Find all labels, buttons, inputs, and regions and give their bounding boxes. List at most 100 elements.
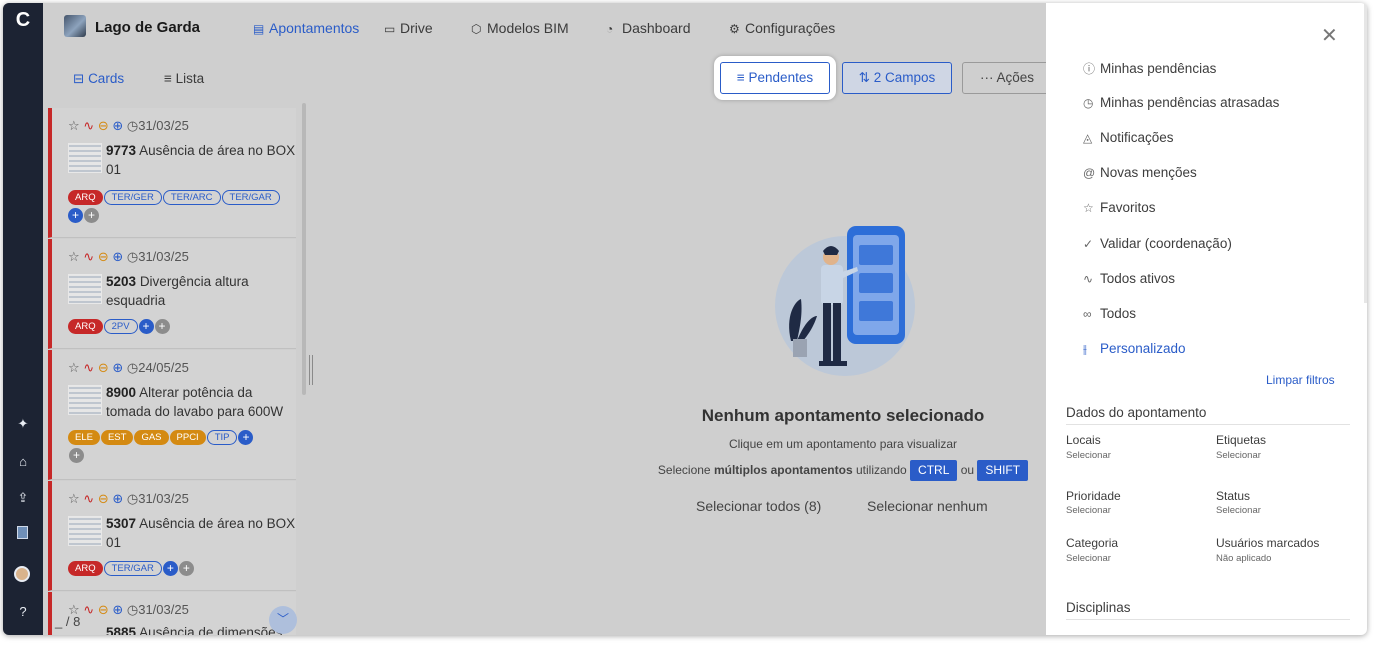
tab-configuracoes[interactable]: ⚙ Configurações — [729, 20, 835, 36]
field-label: Usuários marcados — [1216, 536, 1320, 550]
card-icons: ☆ ∿ ⊖ ⊕ ◷31/03/25 — [68, 602, 189, 617]
bell-icon: ◬ — [1083, 131, 1093, 145]
add-tag-button[interactable]: + — [68, 208, 83, 223]
tag: TER/GAR — [221, 190, 280, 205]
section-issue-data: Dados do apontamento — [1066, 405, 1350, 425]
globe-icon: ⊕ — [112, 491, 124, 506]
app-logo-icon[interactable]: C — [12, 9, 34, 31]
help-icon[interactable]: ? — [11, 601, 35, 623]
multi-select-hint: Selecione múltiplos apontamentos utiliza… — [593, 460, 1093, 481]
section-disciplines: Disciplinas — [1066, 600, 1350, 620]
add-tag-button[interactable]: + — [138, 319, 154, 334]
tab-apontamentos[interactable]: ▤ Apontamentos — [253, 20, 359, 36]
issue-card[interactable]: ☆ ∿ ⊖ ⊕ ◷31/03/25 5203 Divergência altur… — [48, 239, 296, 349]
avatar[interactable] — [14, 566, 30, 582]
card-title: 9773 Ausência de área no BOX 01 — [106, 143, 296, 177]
tag: TER/GAR — [103, 561, 162, 576]
card-thumbnail — [68, 274, 102, 304]
tagged-users-select[interactable]: Não aplicado — [1216, 553, 1271, 564]
prioridade-select[interactable]: Selecionar — [1066, 505, 1111, 516]
star-icon[interactable]: ☆ — [68, 249, 80, 264]
pending-filter-button[interactable]: ≡ Pendentes — [720, 62, 830, 94]
categoria-select[interactable]: Selecionar — [1066, 553, 1111, 564]
card-title: 5307 Ausência de área no BOX 01 — [106, 516, 296, 550]
tag: GAS — [134, 430, 169, 445]
filter-all-active[interactable]: ∿ Todos ativos — [1083, 271, 1175, 286]
tag: EST — [100, 430, 134, 445]
select-all-link[interactable]: Selecionar todos (8) — [696, 498, 821, 514]
pager: _ / 8 — [55, 614, 81, 629]
close-icon[interactable]: ✕ — [1321, 23, 1338, 48]
panel-scrollbar[interactable] — [1364, 3, 1367, 303]
status-select[interactable]: Selecionar — [1216, 505, 1261, 516]
list-scrollbar[interactable] — [302, 103, 306, 395]
more-tags-button[interactable]: + — [69, 448, 84, 463]
star-icon[interactable]: ☆ — [68, 360, 80, 375]
actions-button[interactable]: ··· Ações — [962, 62, 1052, 94]
home-icon[interactable]: ⌂ — [11, 451, 35, 473]
shift-key: SHIFT — [977, 460, 1029, 481]
star-icon[interactable]: ☆ — [68, 491, 80, 506]
cube-icon: ⬡ — [471, 22, 482, 36]
filter-my-overdue[interactable]: ◷ Minhas pendências atrasadas — [1083, 95, 1279, 110]
filter-my-pending[interactable]: ⓘ Minhas pendências — [1083, 60, 1216, 77]
upload-icon[interactable]: ⇪ — [11, 487, 35, 509]
project-name[interactable]: Lago de Garda — [95, 19, 200, 36]
add-tag-button[interactable]: + — [238, 430, 254, 445]
issue-card[interactable]: ☆ ∿ ⊖ ⊕ ◷31/03/25 5885 Ausência de dimen… — [48, 592, 296, 635]
card-tags: ARQ 2PV + + — [68, 319, 292, 337]
issue-card[interactable]: ☆ ∿ ⊖ ⊕ ◷31/03/25 9773 Ausência de área … — [48, 108, 296, 238]
fields-button[interactable]: ⇅ 2 Campos — [842, 62, 952, 94]
tag: TER/ARC — [162, 190, 221, 205]
star-icon[interactable]: ☆ — [68, 118, 80, 133]
gear-icon: ⚙ — [729, 22, 740, 36]
tag: ARQ — [68, 190, 103, 205]
globe-icon: ⊕ — [112, 360, 124, 375]
filter-notifications[interactable]: ◬ Notificações — [1083, 130, 1174, 145]
clear-filters-link[interactable]: Limpar filtros — [1266, 373, 1335, 387]
tag: ARQ — [68, 561, 103, 576]
filter-custom[interactable]: ⫲ Personalizado — [1083, 341, 1186, 357]
view-toolbar: ⊟ Cards ≡ Lista ≡ Pendentes ⇅ 2 Campos ·… — [43, 53, 1052, 103]
more-tags-button[interactable]: + — [178, 561, 194, 576]
view-cards-button[interactable]: ⊟ Cards — [73, 71, 124, 87]
filter-favorites[interactable]: ☆ Favoritos — [1083, 200, 1156, 215]
filter-mentions[interactable]: @ Novas menções — [1083, 165, 1197, 180]
tab-drive[interactable]: ▭ Drive — [384, 20, 433, 36]
select-none-link[interactable]: Selecionar nenhum — [867, 498, 988, 514]
filter-panel: ✕ ⓘ Minhas pendências ◷ Minhas pendências … — [1046, 3, 1367, 635]
field-label: Prioridade — [1066, 489, 1121, 503]
scroll-down-button[interactable]: ﹀ — [269, 606, 297, 634]
card-icons: ☆ ∿ ⊖ ⊕ ◷31/03/25 — [68, 491, 189, 506]
issue-card[interactable]: ☆ ∿ ⊖ ⊕ ◷31/03/25 5307 Ausência de área … — [48, 481, 296, 591]
ctrl-key: CTRL — [910, 460, 958, 481]
clock-icon: ◷ — [126, 249, 139, 264]
activity-icon: ∿ — [83, 360, 95, 375]
priority-icon: ⊖ — [97, 491, 109, 506]
filter-validate[interactable]: ✓ Validar (coordenação) — [1083, 236, 1232, 251]
pie-chart-icon: ◔ — [606, 22, 614, 36]
globe-icon: ⊕ — [112, 249, 124, 264]
tab-dashboard[interactable]: ◔ Dashboard — [606, 20, 691, 36]
resize-handle[interactable] — [309, 355, 313, 385]
field-label: Locais — [1066, 433, 1101, 447]
more-tags-button[interactable]: + — [154, 319, 170, 334]
filter-all[interactable]: ∞ Todos — [1083, 306, 1136, 321]
building-icon[interactable] — [17, 526, 28, 539]
add-tag-button[interactable]: + — [162, 561, 178, 576]
tab-modelos-bim[interactable]: ⬡ Modelos BIM — [471, 20, 569, 36]
project-thumbnail[interactable] — [64, 15, 86, 37]
sort-icon: ⇅ — [858, 70, 874, 85]
locais-select[interactable]: Selecionar — [1066, 450, 1111, 461]
infinity-icon: ∞ — [1083, 307, 1092, 321]
issue-card[interactable]: ☆ ∿ ⊖ ⊕ ◷24/05/25 8900 Alterar potência … — [48, 350, 296, 480]
etiquetas-select[interactable]: Selecionar — [1216, 450, 1261, 461]
clock-icon: ◷ — [126, 118, 139, 133]
view-list-button[interactable]: ≡ Lista — [164, 71, 204, 86]
tag: TER/GER — [103, 190, 162, 205]
sparkle-icon[interactable]: ✦ — [11, 413, 35, 435]
priority-icon: ⊖ — [97, 118, 109, 133]
more-tags-button[interactable]: + — [84, 208, 99, 223]
card-thumbnail — [68, 516, 102, 546]
priority-icon: ⊖ — [97, 360, 109, 375]
